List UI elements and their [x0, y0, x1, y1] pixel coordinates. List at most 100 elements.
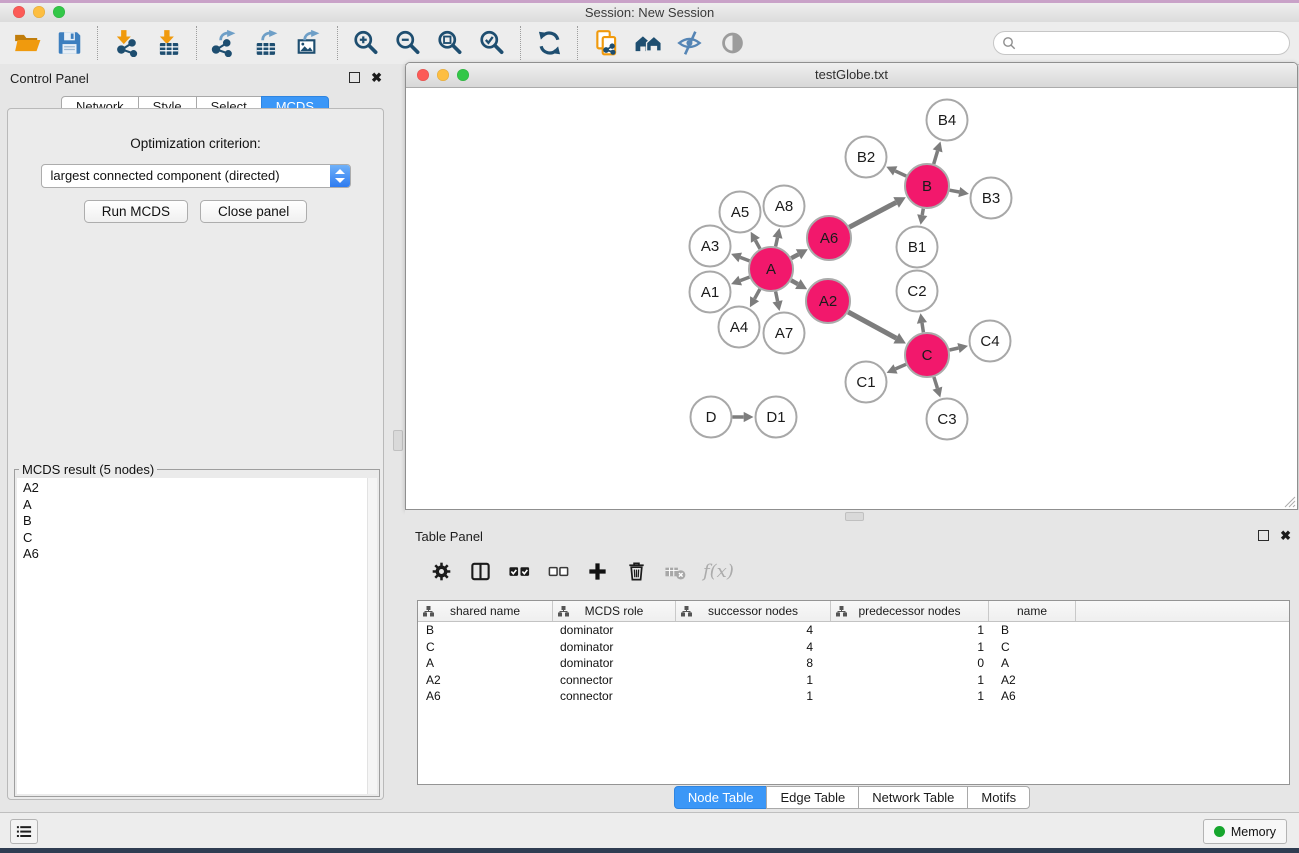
- column-header-name[interactable]: name: [989, 601, 1076, 621]
- table-cell[interactable]: dominator: [553, 640, 676, 654]
- tab-edge-table[interactable]: Edge Table: [766, 786, 859, 809]
- open-folder-button[interactable]: [8, 25, 46, 61]
- table-cell[interactable]: 0: [831, 656, 989, 670]
- graph-edge-A-A7[interactable]: [776, 292, 778, 302]
- table-row[interactable]: Cdominator41C: [418, 639, 1289, 656]
- table-cell[interactable]: 1: [676, 673, 831, 687]
- export-image-button[interactable]: [290, 25, 328, 61]
- table-row[interactable]: Bdominator41B: [418, 622, 1289, 639]
- duplicate-network-button[interactable]: [587, 25, 625, 61]
- graph-edge-A-A5[interactable]: [755, 240, 760, 248]
- unselect-all-columns-button[interactable]: [547, 560, 570, 583]
- table-cell[interactable]: A6: [989, 689, 1076, 703]
- zoom-fit-button[interactable]: [431, 25, 469, 61]
- float-panel-icon[interactable]: [1258, 530, 1269, 541]
- graph-edge-B-B3[interactable]: [950, 190, 960, 192]
- table-cell[interactable]: connector: [553, 673, 676, 687]
- table-settings-button[interactable]: [430, 560, 453, 583]
- graph-edge-B-B2[interactable]: [895, 171, 906, 176]
- graph-edge-A-A8[interactable]: [776, 238, 778, 247]
- window-resize-grip[interactable]: [1283, 495, 1296, 508]
- delete-table-button[interactable]: [664, 560, 687, 583]
- tab-network-table[interactable]: Network Table: [858, 786, 968, 809]
- function-builder-button[interactable]: f(x): [703, 561, 734, 582]
- graph-edge-C-C2[interactable]: [922, 323, 923, 332]
- graph-edge-A-A2[interactable]: [791, 280, 798, 284]
- table-cell[interactable]: B: [418, 623, 553, 637]
- table-cell[interactable]: C: [418, 640, 553, 654]
- table-cell[interactable]: A: [989, 656, 1076, 670]
- show-panels-menu-button[interactable]: [10, 819, 38, 844]
- column-header-shared-name[interactable]: shared name: [418, 601, 553, 621]
- zoom-selected-button[interactable]: [473, 25, 511, 61]
- table-cell[interactable]: connector: [553, 689, 676, 703]
- zoom-in-button[interactable]: [347, 25, 385, 61]
- export-network-button[interactable]: [206, 25, 244, 61]
- table-cell[interactable]: 1: [676, 689, 831, 703]
- add-column-button[interactable]: [586, 560, 609, 583]
- node-table[interactable]: shared nameMCDS rolesuccessor nodesprede…: [417, 600, 1290, 785]
- graph-edge-A-A1[interactable]: [740, 277, 749, 281]
- search-input[interactable]: [1016, 33, 1289, 53]
- table-row[interactable]: A6connector11A6: [418, 688, 1289, 705]
- graph-edge-B-B1[interactable]: [922, 209, 923, 215]
- import-table-button[interactable]: [149, 25, 187, 61]
- optimization-criterion-select[interactable]: largest connected component (directed): [41, 164, 351, 188]
- network-graph[interactable]: B4B2BB3A5A8A6A3B1AA1C2A2A4A7C4CC1DD1C3: [406, 88, 1297, 509]
- run-mcds-button[interactable]: Run MCDS: [84, 200, 188, 223]
- table-cell[interactable]: A: [418, 656, 553, 670]
- mcds-result-item[interactable]: B: [23, 513, 367, 530]
- close-panel-icon[interactable]: ✖: [1280, 529, 1291, 542]
- table-cell[interactable]: A6: [418, 689, 553, 703]
- table-cell[interactable]: A2: [418, 673, 553, 687]
- graph-edge-C-C4[interactable]: [950, 348, 959, 350]
- zoom-out-button[interactable]: [389, 25, 427, 61]
- graph-edge-C-C1[interactable]: [896, 364, 907, 369]
- column-manager-button[interactable]: [469, 560, 492, 583]
- table-cell[interactable]: dominator: [553, 623, 676, 637]
- table-cell[interactable]: 1: [831, 640, 989, 654]
- mcds-result-item[interactable]: A2: [23, 480, 367, 497]
- table-cell[interactable]: 8: [676, 656, 831, 670]
- table-cell[interactable]: 1: [831, 689, 989, 703]
- export-table-button[interactable]: [248, 25, 286, 61]
- graph-edge-A2-C[interactable]: [848, 312, 896, 338]
- splitter-collapse-handle[interactable]: [845, 512, 864, 521]
- hide-panel-button[interactable]: [671, 25, 709, 61]
- table-cell[interactable]: dominator: [553, 656, 676, 670]
- graph-edge-A6-B[interactable]: [849, 202, 896, 227]
- table-cell[interactable]: C: [989, 640, 1076, 654]
- float-panel-icon[interactable]: [349, 72, 360, 83]
- column-header-predecessor-nodes[interactable]: predecessor nodes: [831, 601, 989, 621]
- network-canvas[interactable]: B4B2BB3A5A8A6A3B1AA1C2A2A4A7C4CC1DD1C3: [406, 88, 1297, 509]
- close-panel-button[interactable]: Close panel: [200, 200, 307, 223]
- table-row[interactable]: Adominator80A: [418, 655, 1289, 672]
- scrollbar-track[interactable]: [367, 478, 377, 794]
- delete-column-button[interactable]: [625, 560, 648, 583]
- refresh-view-button[interactable]: [530, 25, 568, 61]
- splitter-collapse-handle[interactable]: [393, 430, 403, 451]
- mcds-result-item[interactable]: A6: [23, 546, 367, 563]
- table-cell[interactable]: 1: [831, 623, 989, 637]
- mcds-result-list[interactable]: A2ABCA6: [17, 478, 367, 794]
- table-cell[interactable]: 4: [676, 623, 831, 637]
- graph-edge-A-A3[interactable]: [740, 257, 749, 261]
- table-cell[interactable]: B: [989, 623, 1076, 637]
- mcds-result-item[interactable]: A: [23, 497, 367, 514]
- mcds-result-item[interactable]: C: [23, 530, 367, 547]
- show-panel-button[interactable]: [713, 25, 751, 61]
- select-all-columns-button[interactable]: [508, 560, 531, 583]
- search-box[interactable]: [993, 31, 1290, 55]
- tab-motifs[interactable]: Motifs: [967, 786, 1030, 809]
- table-cell[interactable]: 4: [676, 640, 831, 654]
- column-header-successor-nodes[interactable]: successor nodes: [676, 601, 831, 621]
- memory-button[interactable]: Memory: [1203, 819, 1287, 844]
- vertical-splitter[interactable]: [390, 64, 405, 812]
- table-cell[interactable]: A2: [989, 673, 1076, 687]
- horizontal-splitter[interactable]: [405, 510, 1299, 522]
- table-row[interactable]: A2connector11A2: [418, 672, 1289, 689]
- graph-edge-A-A4[interactable]: [755, 289, 760, 299]
- tab-node-table[interactable]: Node Table: [674, 786, 768, 809]
- close-panel-icon[interactable]: ✖: [371, 71, 382, 84]
- home-view-button[interactable]: [629, 25, 667, 61]
